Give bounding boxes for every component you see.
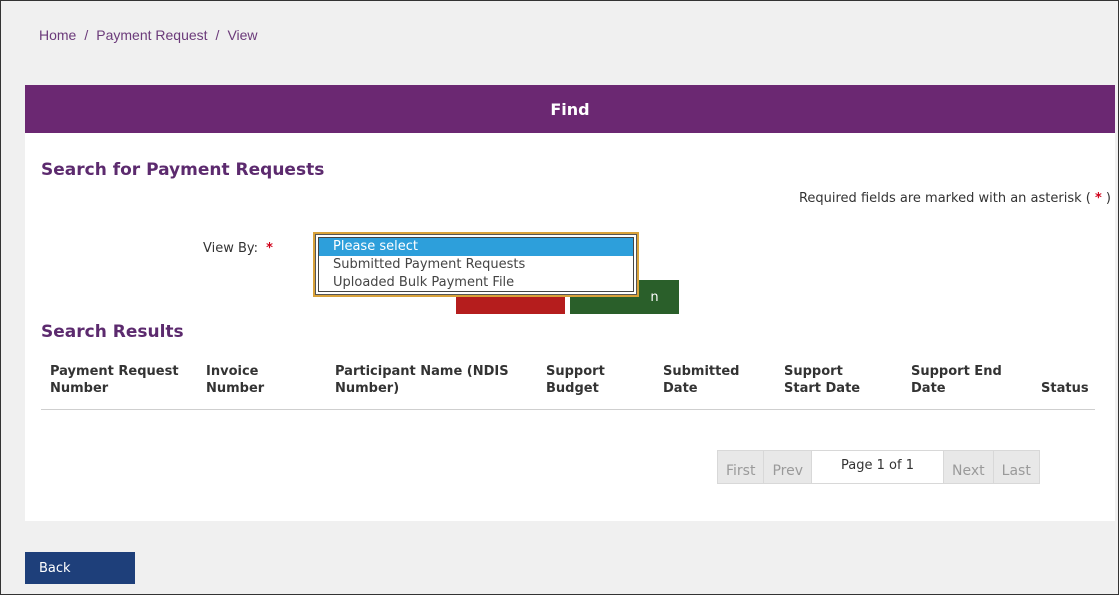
column-header-invoice-number[interactable]: Invoice Number <box>206 363 276 397</box>
view-by-option-uploaded-bulk-payment-file[interactable]: Uploaded Bulk Payment File <box>319 274 633 292</box>
view-by-dropdown-options: Please select Submitted Payment Requests… <box>318 237 634 292</box>
pagination-last-button[interactable]: Last <box>993 451 1039 483</box>
pagination-first-button[interactable]: First <box>718 451 765 483</box>
search-results-title: Search Results <box>41 322 184 342</box>
pagination-prev-button[interactable]: Prev <box>764 451 813 483</box>
required-note-text: Required fields are marked with an aster… <box>798 191 1091 206</box>
breadcrumb-separator: / <box>215 27 220 43</box>
view-by-option-submitted-payment-requests[interactable]: Submitted Payment Requests <box>319 256 633 274</box>
results-table-header: Payment Request Number Invoice Number Pa… <box>41 361 1095 410</box>
view-by-label-text: View By: <box>203 241 259 256</box>
pagination-page-info: Page 1 of 1 <box>812 451 945 483</box>
required-asterisk: * <box>1094 191 1102 206</box>
breadcrumb: Home / Payment Request / View <box>39 27 258 43</box>
column-header-support-budget[interactable]: Support Budget <box>546 363 616 397</box>
breadcrumb-current-page: View <box>227 27 258 43</box>
required-note-close: ) <box>1105 191 1111 206</box>
search-button-label: n <box>650 289 659 305</box>
view-by-label: View By: * <box>203 241 273 256</box>
breadcrumb-bar: Home / Payment Request / View <box>1 1 1118 85</box>
view-by-dropdown-list[interactable]: Please select Submitted Payment Requests… <box>313 232 639 297</box>
view-by-required-asterisk: * <box>266 241 273 256</box>
find-panel-header: Find <box>25 85 1115 133</box>
breadcrumb-separator: / <box>84 27 89 43</box>
find-panel: Find Search for Payment Requests Require… <box>25 85 1115 521</box>
back-button[interactable]: Back <box>25 552 135 584</box>
pagination-next-button[interactable]: Next <box>944 451 994 483</box>
search-section-title: Search for Payment Requests <box>41 160 325 180</box>
breadcrumb-home-link[interactable]: Home <box>39 27 76 43</box>
required-fields-note: Required fields are marked with an aster… <box>799 191 1111 206</box>
column-header-payment-request-number[interactable]: Payment Request Number <box>50 363 180 397</box>
column-header-status[interactable]: Status <box>1041 380 1095 397</box>
breadcrumb-payment-request-link[interactable]: Payment Request <box>96 27 207 43</box>
pagination: First Prev Page 1 of 1 Next Last <box>717 450 1040 484</box>
column-header-submitted-date[interactable]: Submitted Date <box>663 363 753 397</box>
view-by-option-please-select[interactable]: Please select <box>319 238 633 256</box>
column-header-support-end-date[interactable]: Support End Date <box>911 363 1011 397</box>
column-header-participant-name[interactable]: Participant Name (NDIS Number) <box>335 363 525 397</box>
column-header-support-start-date[interactable]: Support Start Date <box>784 363 884 397</box>
